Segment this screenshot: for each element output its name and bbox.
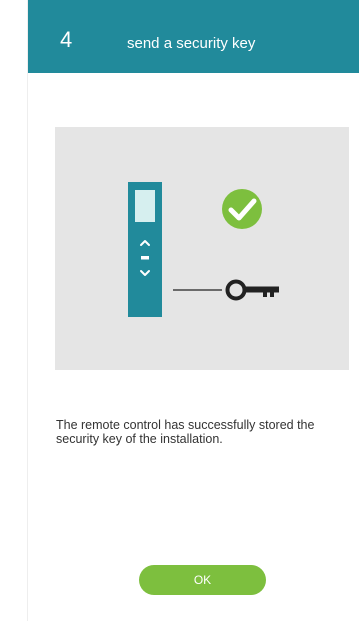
key-icon — [225, 279, 279, 301]
ok-button[interactable]: OK — [139, 565, 266, 595]
send-security-key-screen: 4 send a security key The remote control… — [0, 0, 359, 621]
left-divider — [27, 0, 28, 621]
stop-icon — [141, 256, 149, 260]
remote-control-icon — [128, 182, 162, 317]
illustration-panel — [55, 127, 349, 370]
page-title: send a security key — [127, 35, 256, 52]
step-number: 4 — [60, 27, 73, 52]
success-message: The remote control has successfully stor… — [56, 418, 315, 446]
illustration-graphic — [128, 182, 279, 317]
check-circle-icon — [222, 189, 262, 229]
header-bar: 4 send a security key — [28, 0, 359, 73]
